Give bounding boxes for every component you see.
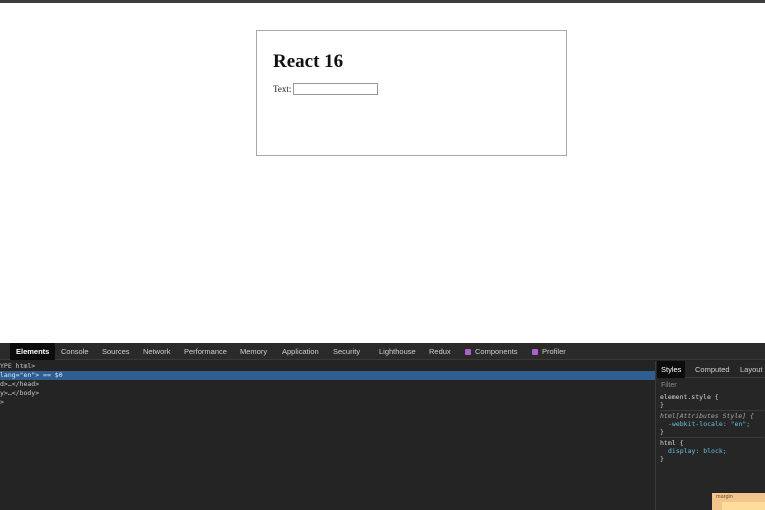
tab-application[interactable]: Application — [276, 343, 325, 360]
devtools-tabbar: Elements Console Sources Network Perform… — [0, 343, 765, 360]
dom-tree: YPE html> lang="en"> == $0 d>…</head> y>… — [0, 361, 655, 510]
rule-close: } — [660, 428, 664, 436]
tab-redux[interactable]: Redux — [423, 343, 457, 360]
rule-prop-display[interactable]: display: block; — [660, 447, 764, 455]
styles-tabbar: Styles Computed Layout — [656, 361, 765, 378]
page-viewport: React 16 Text: — [0, 3, 765, 343]
tab-performance[interactable]: Performance — [178, 343, 233, 360]
react-icon — [532, 348, 538, 355]
tab-components[interactable]: Components — [459, 343, 524, 360]
devtools-panel: Elements Console Sources Network Perform… — [0, 343, 765, 510]
box-model-margin-label: margin — [716, 494, 733, 500]
rule-close: } — [660, 401, 664, 409]
tab-styles[interactable]: Styles — [657, 361, 686, 378]
rule-selector-element-style[interactable]: element.style { — [660, 393, 764, 401]
rule-close: } — [660, 455, 664, 463]
tab-network[interactable]: Network — [137, 343, 177, 360]
tab-computed[interactable]: Computed — [691, 361, 734, 378]
tab-console[interactable]: Console — [55, 343, 95, 360]
box-model-diagram[interactable]: margin — [712, 493, 765, 510]
styles-filter-input[interactable]: Filter — [661, 380, 677, 392]
tab-layout[interactable]: Layout — [736, 361, 765, 378]
rule-divider — [660, 437, 764, 438]
tab-profiler-label: Profiler — [542, 347, 566, 356]
tab-security[interactable]: Security — [327, 343, 366, 360]
tab-components-label: Components — [475, 347, 518, 356]
card-title: React 16 — [273, 51, 344, 72]
dom-line-doctype[interactable]: YPE html> — [0, 362, 35, 371]
text-field-label: Text: — [273, 84, 292, 94]
dom-line-html-close[interactable]: > — [0, 398, 4, 407]
text-input[interactable] — [293, 83, 379, 95]
tab-profiler[interactable]: Profiler — [526, 343, 572, 360]
dom-line-html-selected[interactable]: lang="en"> == $0 — [0, 371, 655, 380]
rule-divider — [660, 410, 764, 411]
text-field-row: Text: — [273, 83, 379, 95]
rule-prop-webkit-locale[interactable]: -webkit-locale: "en"; — [660, 420, 764, 428]
tab-memory[interactable]: Memory — [234, 343, 273, 360]
tab-elements[interactable]: Elements — [10, 343, 56, 360]
style-rules: element.style { } html[Attributes Style]… — [660, 393, 764, 463]
react-icon — [465, 348, 471, 355]
dom-line-body[interactable]: y>…</body> — [0, 389, 39, 398]
rule-selector-html[interactable]: html { — [660, 439, 764, 447]
tab-lighthouse[interactable]: Lighthouse — [373, 343, 422, 360]
react-demo-card: React 16 Text: — [256, 30, 567, 156]
tab-sources[interactable]: Sources — [96, 343, 136, 360]
box-model-border-box — [722, 502, 765, 510]
dom-line-head[interactable]: d>…</head> — [0, 380, 39, 389]
styles-sidebar: Styles Computed Layout Filter element.st… — [655, 361, 765, 510]
rule-selector-html-attributes[interactable]: html[Attributes Style] { — [660, 412, 764, 420]
